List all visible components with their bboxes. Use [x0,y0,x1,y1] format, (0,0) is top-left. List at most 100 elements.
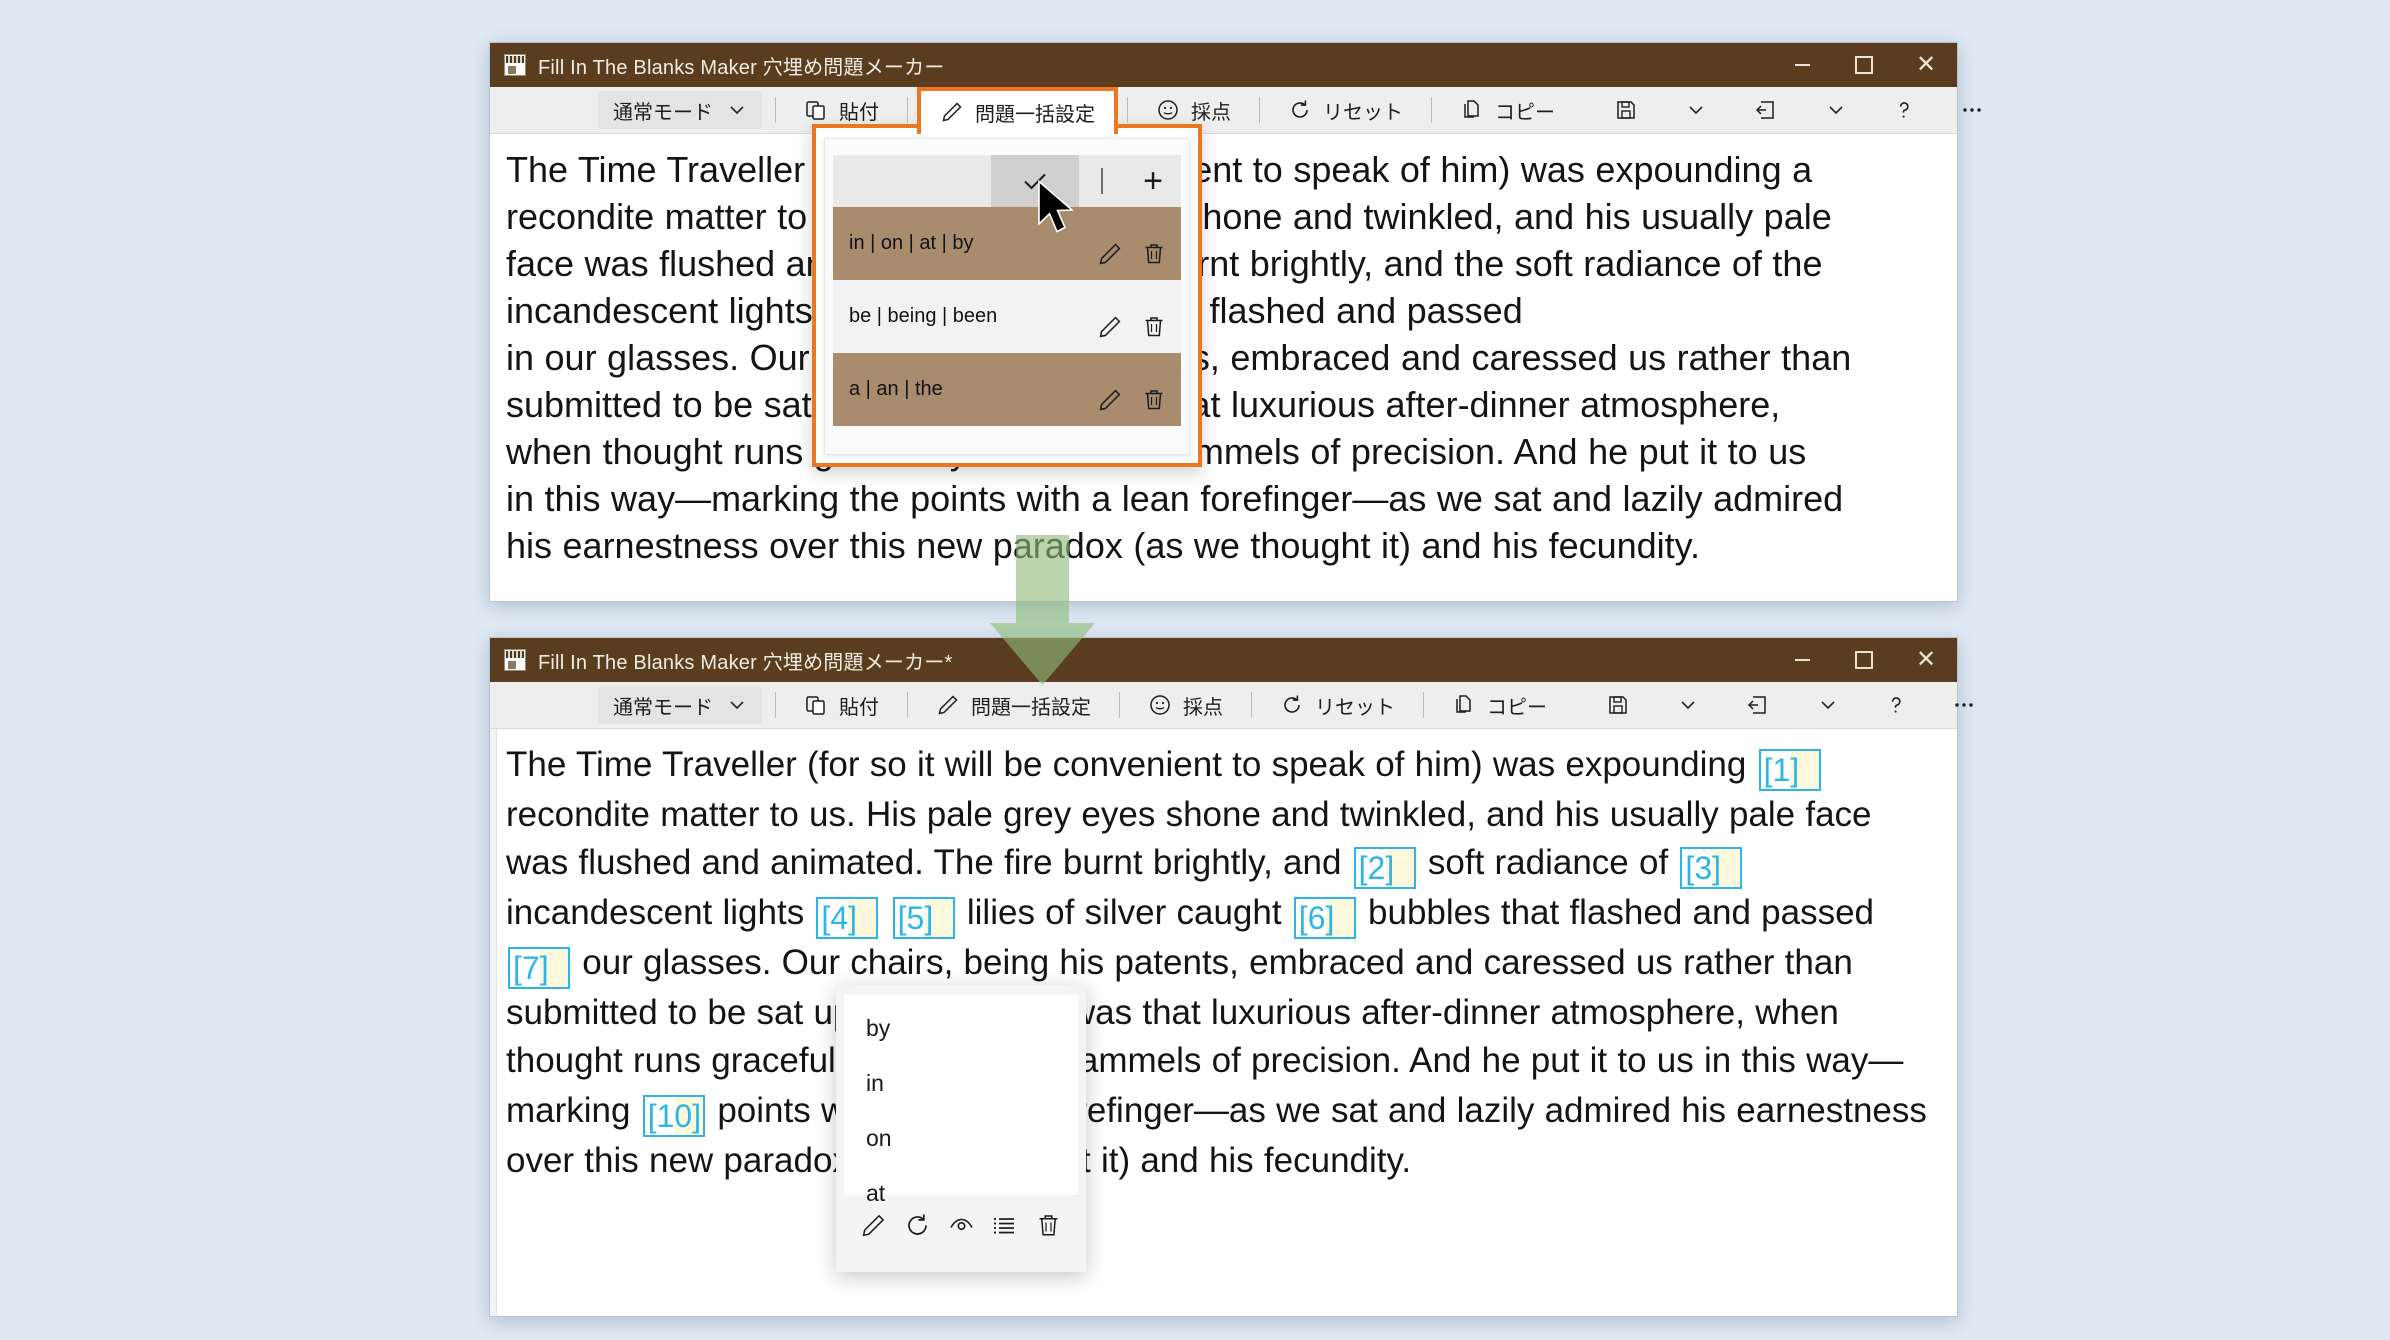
choice-option[interactable]: by [844,1001,1078,1056]
bulk-popup-inner: + in | on | at | by be | being | been a … [824,138,1190,455]
close-button[interactable]: ✕ [1895,638,1957,682]
reset-button[interactable]: リセット [1265,686,1410,724]
bulk-row-label: be | being | been [849,305,998,327]
scroll-gutter [490,729,497,1316]
maximize-button[interactable] [1833,43,1895,87]
confirm-button[interactable] [991,155,1079,207]
copy-label: コピー [1487,696,1547,719]
reset-icon [1280,693,1304,717]
minimize-button[interactable] [1771,638,1833,682]
bulk-settings-button[interactable]: 問題一括設定 [917,86,1118,134]
help-button[interactable] [1868,686,1924,724]
bulk-settings-button[interactable]: 問題一括設定 [921,686,1106,724]
bulk-row-label: a | an | the [849,378,943,400]
close-button[interactable]: ✕ [1895,43,1957,87]
mode-dropdown[interactable]: 通常モード [598,686,762,724]
save-dropdown-button[interactable] [1662,686,1714,724]
toolbar-divider [1251,692,1252,718]
bulk-row-actions [1097,241,1167,267]
chevron-down-icon [727,100,747,120]
blank-token[interactable]: [7] [508,947,570,989]
blank-token[interactable]: [2] [1353,847,1416,889]
reset-button[interactable]: リセット [1273,91,1418,129]
more-options-button[interactable] [1936,686,1992,724]
bulk-row[interactable]: a | an | the [833,353,1181,426]
toolbar-divider [1431,97,1432,123]
toolbar-divider [907,97,908,123]
trash-icon[interactable] [1141,241,1167,267]
app-icon [504,649,526,671]
save-dropdown-button[interactable] [1670,91,1722,129]
trash-icon[interactable] [1141,387,1167,413]
doc-line: incandescent lights caught the bubbles t… [506,290,1523,331]
toolbar-bottom: 通常モード 貼付 問題一括設定 採点 リセット コピー [490,682,1973,729]
export-button[interactable] [1730,686,1786,724]
more-options-button[interactable] [1944,91,2000,129]
document-area-top[interactable]: The Time Traveller (for so it will be co… [490,134,1957,601]
eye-icon[interactable] [948,1212,975,1239]
help-button[interactable] [1876,91,1932,129]
trash-icon[interactable] [1141,314,1167,340]
toolbar-divider [1127,97,1128,123]
reset-icon[interactable] [904,1212,931,1239]
export-dropdown-button[interactable] [1810,91,1862,129]
copy-button[interactable]: コピー [1437,686,1562,724]
trash-icon[interactable] [1035,1212,1062,1239]
blank-token[interactable]: [4] [816,897,879,939]
toolbar-divider [1119,692,1120,718]
paste-button[interactable]: 貼付 [789,686,894,724]
document-text-with-blanks: The Time Traveller (for so it will be co… [506,745,1927,1180]
document-area-bottom[interactable]: The Time Traveller (for so it will be co… [490,729,1957,1316]
bulk-row-actions [1097,314,1167,340]
export-button[interactable] [1738,91,1794,129]
clipboard-icon [804,693,828,717]
save-icon [1614,98,1638,122]
copy-button[interactable]: コピー [1445,91,1570,129]
pencil-icon [936,693,960,717]
doc-line: The Time Traveller (for so it will be co… [506,149,1813,190]
chevron-down-icon [1678,695,1698,715]
toolbar-top: 通常モード 貼付 問題一括設定 採点 リセット コピー [490,86,1981,134]
more-icon [1952,693,1976,717]
pencil-icon[interactable] [1097,314,1123,340]
pencil-icon[interactable] [860,1212,887,1239]
blank-token[interactable]: [10] [642,1095,706,1137]
doc-line: in our glasses. Our chairs, being his pa… [506,337,1852,378]
paste-label: 貼付 [839,696,879,719]
blank-token[interactable]: [1] [1758,749,1821,791]
blank-token[interactable]: [6] [1293,897,1356,939]
help-icon [1884,693,1908,717]
maximize-button[interactable] [1833,638,1895,682]
bulk-settings-popup: + in | on | at | by be | being | been a … [812,124,1202,467]
copy-label: コピー [1495,101,1555,124]
grade-button[interactable]: 採点 [1133,686,1238,724]
bulk-row[interactable]: be | being | been [833,280,1181,353]
save-button[interactable] [1590,686,1646,724]
choice-option[interactable]: on [844,1111,1078,1166]
list-icon[interactable] [991,1212,1018,1239]
pencil-icon [940,100,964,124]
export-icon [1754,98,1778,122]
export-dropdown-button[interactable] [1802,686,1854,724]
grade-label: 採点 [1191,101,1231,124]
save-button[interactable] [1598,91,1654,129]
export-icon [1746,693,1770,717]
chevron-down-icon [1826,100,1846,120]
pencil-icon[interactable] [1097,241,1123,267]
paste-label: 貼付 [839,101,879,124]
down-arrow-icon [990,535,1095,685]
minimize-button[interactable] [1771,43,1833,87]
choice-option[interactable]: in [844,1056,1078,1111]
clipboard-icon [804,98,828,122]
blank-token[interactable]: [5] [892,897,955,939]
pencil-icon[interactable] [1097,387,1123,413]
smiley-icon [1156,98,1180,122]
mode-dropdown[interactable]: 通常モード [598,91,762,129]
add-row-button[interactable]: + [1125,155,1181,207]
bulk-row[interactable]: in | on | at | by [833,207,1181,280]
window-title: Fill In The Blanks Maker 穴埋め問題メーカー* [538,651,953,674]
chevron-down-icon [1818,695,1838,715]
blank-token[interactable]: [3] [1680,847,1743,889]
blank-choices-popup: by in on at [836,985,1086,1272]
chevron-down-icon [727,695,747,715]
